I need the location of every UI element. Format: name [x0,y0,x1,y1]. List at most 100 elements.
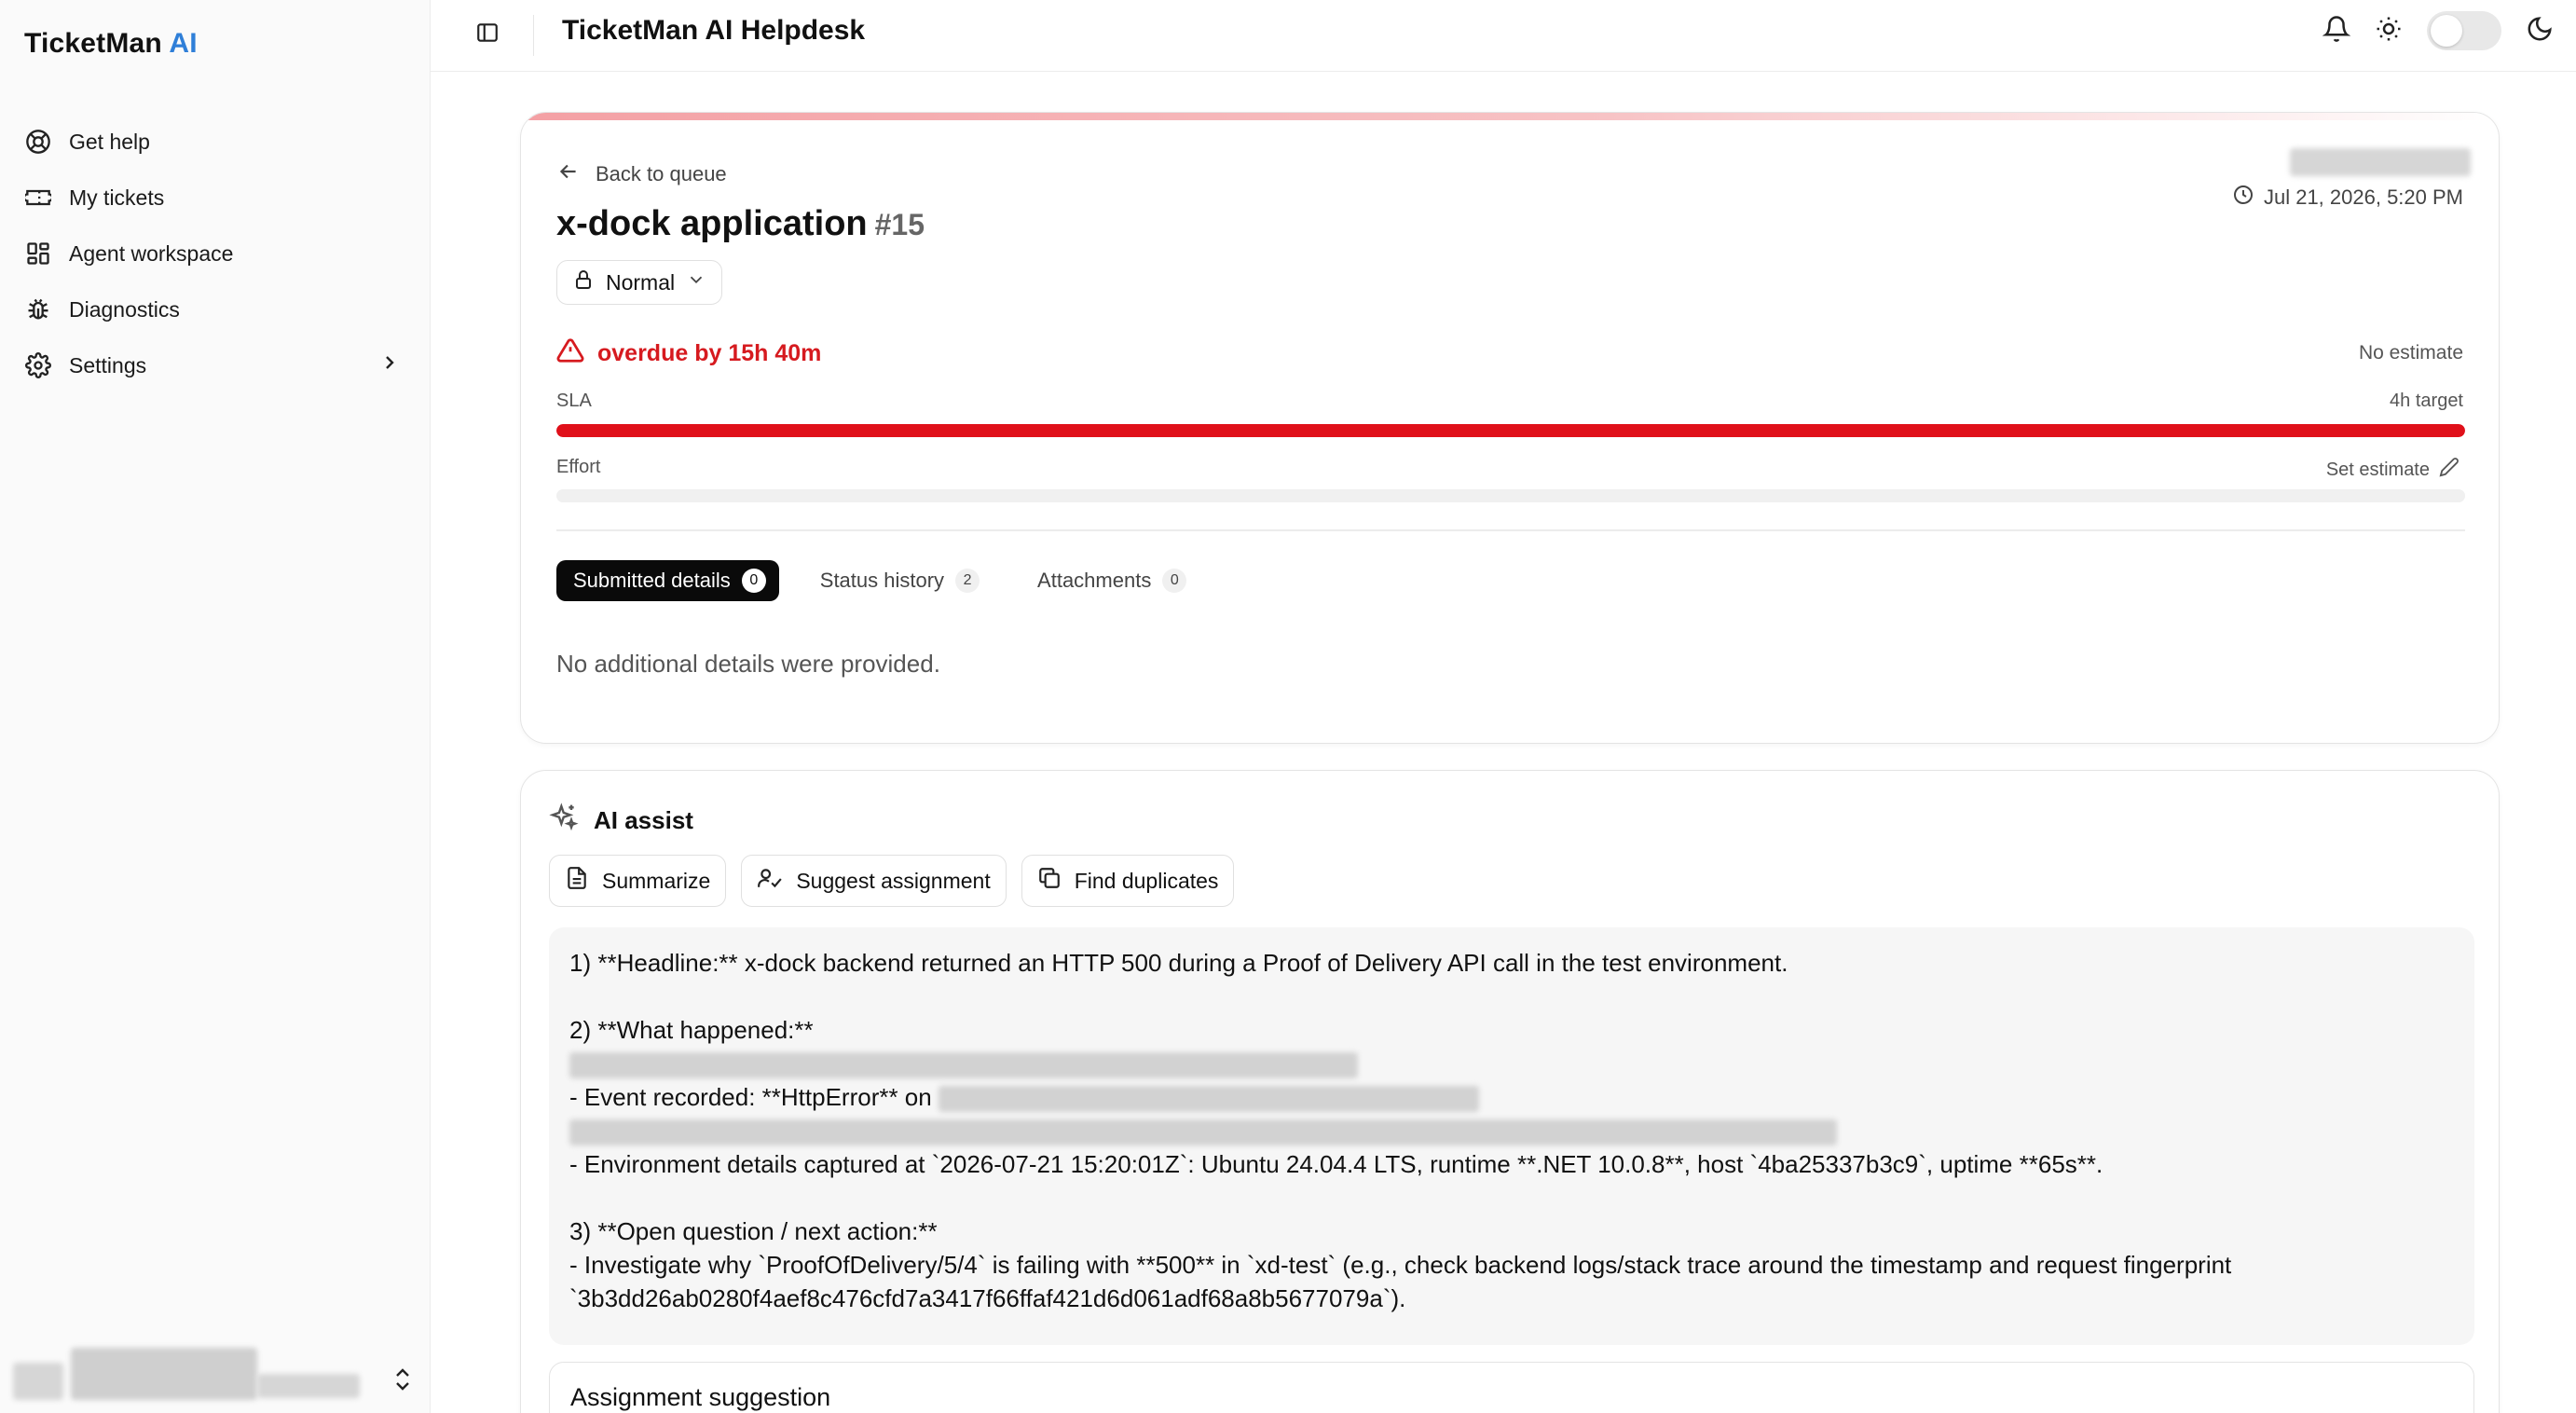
tab-submitted-details[interactable]: Submitted details 0 [556,560,779,601]
brand-accent: AI [169,28,198,59]
sparkles-icon [549,803,579,839]
chevrons-up-down-icon[interactable] [391,1365,414,1399]
gear-icon [24,351,52,379]
tab-attachments[interactable]: Attachments 0 [1021,560,1203,601]
back-to-queue-link[interactable]: Back to queue [556,159,727,189]
summary-event-line: - Event recorded: **HttpError** on [569,1080,2454,1114]
tab-count-badge: 0 [741,569,766,593]
theme-toggle-knob [2431,15,2462,47]
sidebar-item-label: My tickets [69,185,165,210]
ticket-icon [24,184,52,212]
ticket-title: x-dock application #15 [556,204,925,244]
sun-icon[interactable] [2375,15,2403,48]
ticket-tabs: Submitted details 0 Status history 2 Att… [556,560,1203,601]
sidebar: TicketMan AI Get help My tickets Agent w… [0,0,431,1413]
lock-icon [572,268,595,296]
summary-event-text: - Event recorded: **HttpError** on [569,1083,932,1111]
topbar-actions [2322,11,2554,50]
top-bar: TicketMan AI Helpdesk [431,0,2576,72]
sidebar-item-label: Agent workspace [69,240,234,266]
summary-redacted-line [569,1114,2454,1147]
ticket-date-text: Jul 21, 2026, 5:20 PM [2263,185,2463,209]
button-label: Suggest assignment [796,868,991,893]
priority-select[interactable]: Normal [556,260,722,305]
effort-label: Effort [556,457,601,477]
overdue-status: overdue by 15h 40m [556,336,821,371]
topbar-divider [533,15,534,56]
assignment-suggestion-title: Assignment suggestion [570,1383,831,1411]
sla-label: SLA [556,391,592,411]
tab-label: Submitted details [573,569,731,592]
summary-headline: 1) **Headline:** x-dock backend returned… [569,949,1788,977]
page-title: TicketMan AI Helpdesk [562,15,866,46]
button-label: Find duplicates [1074,868,1219,893]
ticket-number: #15 [874,208,925,241]
button-label: Summarize [602,868,711,893]
brand-logo[interactable]: TicketMan AI [24,28,198,60]
ai-summary-output: 1) **Headline:** x-dock backend returned… [549,927,2474,1345]
overdue-text: overdue by 15h 40m [597,340,822,366]
details-empty-state: No additional details were provided. [556,650,940,678]
bell-icon[interactable] [2322,15,2351,48]
arrow-left-icon [556,159,581,189]
section-divider [556,529,2465,531]
sidebar-item-label: Diagnostics [69,296,180,322]
tab-label: Status history [819,569,945,592]
ticket-status-strip [521,113,2499,120]
sidebar-item-my-tickets[interactable]: My tickets [22,170,404,226]
summary-section-heading: 3) **Open question / next action:** [569,1217,938,1245]
sidebar-item-diagnostics[interactable]: Diagnostics [22,281,404,337]
user-assign-icon [757,866,783,896]
user-profile-redacted[interactable] [13,1342,367,1406]
priority-value: Normal [606,269,676,295]
ticket-title-text: x-dock application [556,204,868,243]
sidebar-item-label: Get help [69,129,150,154]
document-icon [565,866,589,896]
sidebar-item-agent-workspace[interactable]: Agent workspace [22,226,404,281]
effort-progress-bar [556,489,2465,502]
summary-section-heading: 2) **What happened:** [569,1016,814,1044]
tab-count-badge: 0 [1162,569,1187,593]
requester-redacted [2290,148,2471,176]
tab-count-badge: 2 [955,569,980,593]
sla-target: 4h target [2390,391,2463,411]
back-link-label: Back to queue [596,162,727,185]
ai-assist-header: AI assist [549,803,693,839]
tab-status-history[interactable]: Status history 2 [803,560,996,601]
set-estimate-label: Set estimate [2325,459,2430,480]
moon-icon[interactable] [2526,15,2554,48]
estimate-status: No estimate [2358,342,2463,364]
dashboard-grid-icon [24,240,52,268]
lifebuoy-icon [24,128,52,156]
ai-action-buttons: Summarize Suggest assignment Find duplic… [549,855,1235,907]
tab-label: Attachments [1037,569,1152,592]
ai-assist-title: AI assist [594,806,693,834]
ai-assist-card: AI assist Summarize Suggest assignment F… [520,770,2500,1413]
ticket-card: Back to queue x-dock application #15 Norm… [520,112,2500,744]
chevron-right-icon [378,351,401,379]
sla-progress-fill [556,424,2465,437]
find-duplicates-button[interactable]: Find duplicates [1021,855,1235,907]
ticket-date: Jul 21, 2026, 5:20 PM [2232,184,2463,212]
sidebar-item-settings[interactable]: Settings [22,337,404,393]
set-estimate-button[interactable]: Set estimate [2326,457,2460,483]
copy-icon [1037,866,1062,896]
summary-environment-line: - Environment details captured at `2026-… [569,1150,2103,1178]
chevron-down-icon [686,269,706,295]
sidebar-item-get-help[interactable]: Get help [22,114,404,170]
summary-redacted-line [569,1047,2454,1080]
summarize-button[interactable]: Summarize [549,855,727,907]
warning-triangle-icon [556,336,584,371]
sidebar-nav: Get help My tickets Agent workspace Diag… [22,114,404,393]
pencil-icon [2439,457,2460,483]
assignment-suggestion-panel: Assignment suggestion [549,1362,2474,1413]
theme-toggle[interactable] [2427,11,2501,50]
clock-icon [2232,184,2254,212]
sla-progress-bar [556,424,2465,437]
suggest-assignment-button[interactable]: Suggest assignment [741,855,1007,907]
sidebar-toggle-icon[interactable] [475,21,500,49]
summary-next-action: - Investigate why `ProofOfDelivery/5/4` … [569,1251,2232,1312]
brand-name: TicketMan [24,28,162,59]
bug-icon [24,295,52,323]
sidebar-item-label: Settings [69,352,147,377]
